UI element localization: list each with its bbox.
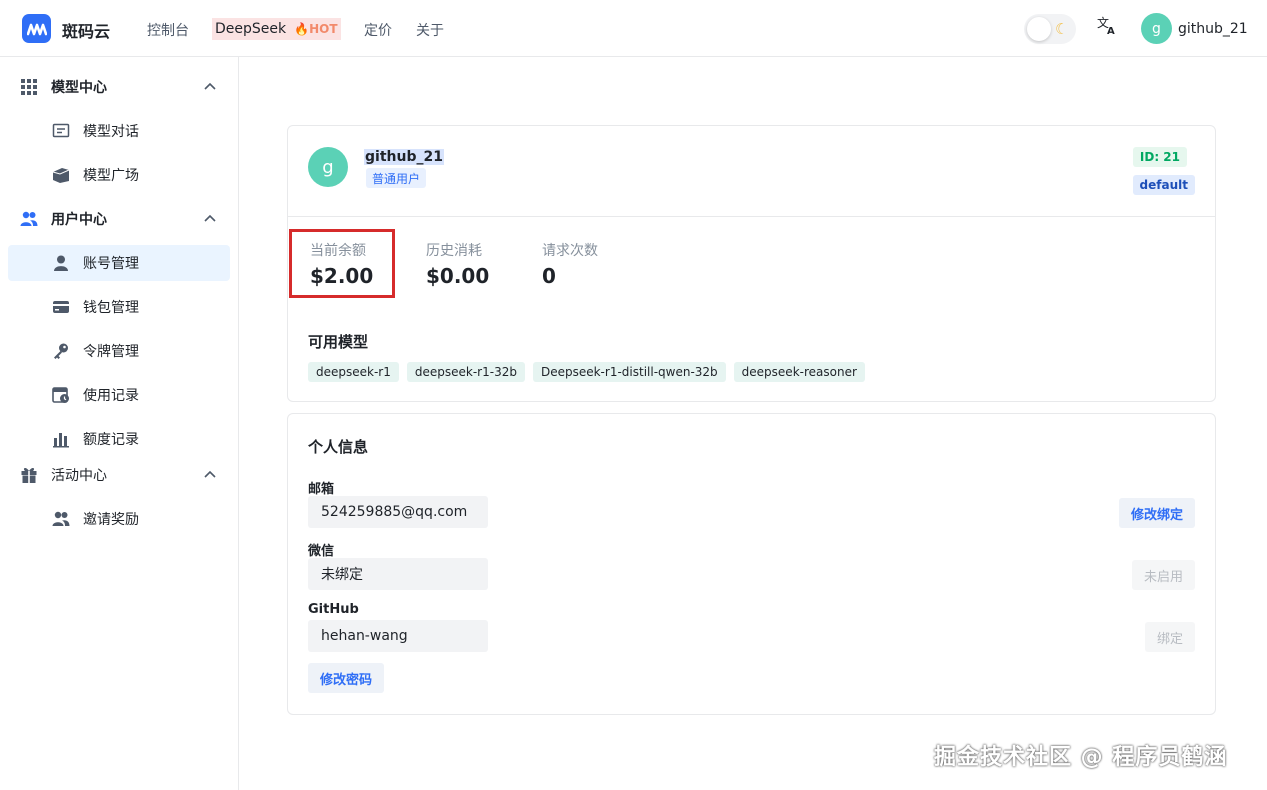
stat-value: $2.00 xyxy=(310,264,374,288)
chevron-up-icon xyxy=(204,214,216,222)
users-icon xyxy=(52,511,70,526)
change-password-button[interactable]: 修改密码 xyxy=(308,663,385,693)
wechat-field: 未绑定 xyxy=(308,558,488,590)
models-title: 可用模型 xyxy=(308,333,369,351)
wechat-label: 微信 xyxy=(308,544,335,559)
sidebar-group-activity-center[interactable]: 活动中心 xyxy=(0,457,239,493)
personal-info-title: 个人信息 xyxy=(308,438,369,456)
nav-console[interactable]: 控制台 xyxy=(147,20,189,40)
sidebar-item-tokens[interactable]: 令牌管理 xyxy=(8,333,230,369)
sidebar-item-quota-log[interactable]: 额度记录 xyxy=(8,421,230,457)
role-badge: 普通用户 xyxy=(366,168,427,188)
sidebar-group-label: 活动中心 xyxy=(51,468,107,484)
profile-username: github_21 xyxy=(364,149,444,165)
sidebar-item-account[interactable]: 账号管理 xyxy=(8,245,230,281)
group-badge: default xyxy=(1132,175,1195,195)
credit-card-icon xyxy=(53,301,69,313)
sidebar-group-model-center[interactable]: 模型中心 xyxy=(0,69,239,105)
stat-label: 历史消耗 xyxy=(426,243,482,259)
hot-badge-label: HOT xyxy=(309,22,338,36)
sidebar-item-label: 账号管理 xyxy=(83,256,139,272)
fire-icon: 🔥 xyxy=(294,22,310,36)
change-email-binding-button[interactable]: 修改绑定 xyxy=(1118,498,1195,528)
translate-icon[interactable]: 文A xyxy=(1096,14,1118,37)
model-tag-list: deepseek-r1 deepseek-r1-32b Deepseek-r1-… xyxy=(308,362,865,382)
nav-deepseek[interactable]: DeepSeek 🔥HOT xyxy=(212,18,341,40)
github-field: hehan-wang xyxy=(308,620,488,652)
sidebar-group-user-center[interactable]: 用户中心 xyxy=(0,201,239,237)
sidebar-item-label: 邀请奖励 xyxy=(83,512,139,528)
sidebar-item-model-chat[interactable]: 模型对话 xyxy=(8,113,230,149)
chevron-up-icon xyxy=(204,82,216,90)
user-id-badge: ID: 21 xyxy=(1132,147,1187,167)
user-menu[interactable]: g github_21 xyxy=(1141,13,1248,44)
chevron-up-icon xyxy=(204,470,216,478)
github-label: GitHub xyxy=(308,602,359,617)
divider xyxy=(288,216,1215,217)
box-icon xyxy=(52,168,70,183)
avatar: g xyxy=(308,147,348,187)
personal-info-card: 个人信息 邮箱 524259885@qq.com 修改绑定 微信 未绑定 未启用… xyxy=(287,413,1216,715)
nav-about[interactable]: 关于 xyxy=(416,20,444,40)
stat-balance: 当前余额 $2.00 xyxy=(310,240,373,288)
svg-text:A: A xyxy=(1107,26,1115,36)
sidebar-item-label: 模型对话 xyxy=(83,124,139,140)
sidebar-item-label: 钱包管理 xyxy=(83,300,139,316)
sidebar-item-label: 额度记录 xyxy=(83,432,139,448)
watermark: 掘金技术社区 @ 程序员鹤涵 xyxy=(934,745,1228,770)
model-tag: deepseek-reasoner xyxy=(733,362,865,382)
nav-pricing[interactable]: 定价 xyxy=(364,20,392,40)
sidebar-item-invite-reward[interactable]: 邀请奖励 xyxy=(8,501,230,537)
sidebar-item-label: 模型广场 xyxy=(83,168,139,184)
sidebar-group-label: 模型中心 xyxy=(51,80,107,96)
sidebar-item-usage-log[interactable]: 使用记录 xyxy=(8,377,230,413)
github-bind-button[interactable]: 绑定 xyxy=(1144,622,1195,652)
sidebar-group-label: 用户中心 xyxy=(51,212,107,228)
model-tag: deepseek-r1-32b xyxy=(406,362,525,382)
sidebar-item-wallet[interactable]: 钱包管理 xyxy=(8,289,230,325)
stat-label: 请求次数 xyxy=(542,243,598,259)
sidebar-item-label: 使用记录 xyxy=(83,388,139,404)
email-field: 524259885@qq.com xyxy=(308,496,488,528)
model-tag: deepseek-r1 xyxy=(308,362,399,382)
bar-chart-icon xyxy=(53,433,69,448)
brand-name[interactable]: 斑码云 xyxy=(62,18,110,42)
calendar-clock-icon xyxy=(52,387,69,403)
toggle-knob xyxy=(1027,17,1051,41)
nav-deepseek-label: DeepSeek xyxy=(215,21,287,37)
gift-icon xyxy=(21,467,37,483)
theme-toggle[interactable]: ☾ xyxy=(1024,14,1076,44)
sidebar: 模型中心 模型对话 模型广场 用户中心 账号管理 钱包管理 令牌管理 使用记录 … xyxy=(0,57,239,790)
chat-icon xyxy=(52,123,70,138)
top-nav-bar: 斑码云 控制台 DeepSeek 🔥HOT 定价 关于 ☾ 文A g githu… xyxy=(0,0,1267,57)
moon-icon: ☾ xyxy=(1055,20,1069,38)
email-label: 邮箱 xyxy=(308,482,335,497)
header-username: github_21 xyxy=(1178,20,1248,37)
stat-value: $0.00 xyxy=(426,264,490,288)
user-icon xyxy=(54,255,68,271)
sidebar-item-label: 令牌管理 xyxy=(83,344,139,360)
stat-value: 0 xyxy=(542,264,556,288)
hot-badge: 🔥HOT xyxy=(294,22,337,36)
stat-requests: 请求次数 0 xyxy=(542,240,598,288)
key-icon xyxy=(54,343,68,359)
logo-icon[interactable] xyxy=(22,14,51,43)
grid-icon xyxy=(21,79,37,95)
stat-label: 当前余额 xyxy=(310,243,366,259)
wechat-disabled-button[interactable]: 未启用 xyxy=(1131,560,1195,590)
sidebar-item-model-square[interactable]: 模型广场 xyxy=(8,157,230,193)
model-tag: Deepseek-r1-distill-qwen-32b xyxy=(532,362,726,382)
avatar: g xyxy=(1141,13,1172,44)
profile-card: g github_21 普通用户 ID: 21 default 当前余额 $2.… xyxy=(287,125,1216,402)
users-icon xyxy=(20,211,38,226)
stat-history: 历史消耗 $0.00 xyxy=(426,240,489,288)
